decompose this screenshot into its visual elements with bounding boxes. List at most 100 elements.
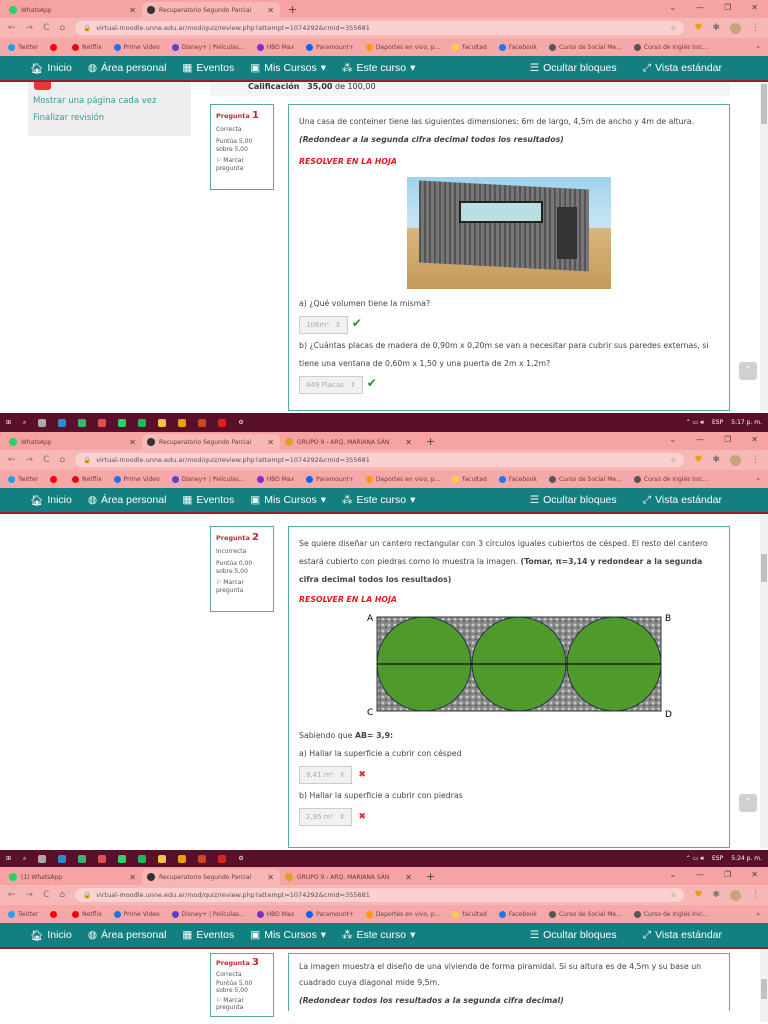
bookmark-item[interactable]: Paramount+ bbox=[306, 43, 354, 51]
reload-icon[interactable]: C bbox=[43, 890, 49, 900]
close-window-button[interactable]: ✕ bbox=[751, 870, 758, 879]
app-icon[interactable] bbox=[78, 854, 87, 863]
back-icon[interactable]: ← bbox=[8, 23, 16, 33]
mail-icon[interactable] bbox=[58, 854, 67, 863]
bookmark-item[interactable]: Netflix bbox=[72, 43, 102, 51]
close-tab-icon[interactable]: ✕ bbox=[267, 6, 274, 15]
bookmark-item[interactable]: Paramount+ bbox=[306, 475, 354, 483]
bookmark-item[interactable]: Deportes en vivo, p... bbox=[365, 910, 440, 918]
bookmark-item[interactable]: Disney+ | Películas... bbox=[171, 43, 245, 51]
extensions-puzzle-icon[interactable]: ✱ bbox=[712, 23, 720, 33]
bookmark-item[interactable]: Netflix bbox=[72, 910, 102, 918]
browser-tab[interactable]: WhatsApp ✕ bbox=[4, 2, 142, 18]
bookmark-item[interactable]: Curso de Social Me... bbox=[548, 910, 622, 918]
minimize-button[interactable]: — bbox=[696, 3, 704, 12]
forward-icon[interactable]: → bbox=[26, 890, 34, 900]
bookmark-item[interactable]: HBO Max bbox=[256, 910, 294, 918]
browser-tab[interactable]: GRUPO 9 - ARQ. MARIANA SÁN ✕ bbox=[280, 434, 418, 450]
url-input[interactable]: 🔒 virtual-moodle.unne.edu.ar/mod/quiz/rev… bbox=[75, 21, 685, 35]
more-bookmarks-icon[interactable]: » bbox=[756, 44, 760, 51]
browser-tab-active[interactable]: Recuperatorio Segundo Parcial ✕ bbox=[142, 869, 280, 885]
nav-este-curso[interactable]: ⁂ Este curso ▾ bbox=[342, 494, 415, 506]
forward-icon[interactable]: → bbox=[26, 455, 34, 465]
browser-tab-active[interactable]: Recuperatorio Segundo Parcial ✕ bbox=[142, 2, 280, 18]
whatsapp-icon[interactable] bbox=[118, 854, 127, 863]
extensions-puzzle-icon[interactable]: ✱ bbox=[712, 455, 720, 465]
scrollbar[interactable] bbox=[760, 82, 768, 411]
tab-search-icon[interactable]: ⌄ bbox=[669, 435, 676, 444]
hide-blocks-button[interactable]: ☰ Ocultar bloques bbox=[530, 494, 617, 507]
extension-icon[interactable]: ♥ bbox=[694, 455, 702, 465]
restore-button[interactable]: ❐ bbox=[724, 435, 731, 444]
tray-icons[interactable]: ⌃ ▭ 🔊︎ bbox=[686, 855, 704, 863]
powerpoint-icon[interactable] bbox=[198, 854, 207, 863]
folder-icon[interactable] bbox=[158, 418, 167, 427]
more-bookmarks-icon[interactable]: » bbox=[756, 476, 760, 483]
close-tab-icon[interactable]: ✕ bbox=[129, 6, 136, 15]
chrome-icon[interactable] bbox=[178, 418, 187, 427]
close-window-button[interactable]: ✕ bbox=[751, 3, 758, 12]
menu-icon[interactable]: ⋮ bbox=[751, 455, 760, 465]
bookmark-item[interactable]: Prime Video bbox=[113, 475, 160, 483]
minimize-button[interactable]: — bbox=[696, 435, 704, 444]
forward-icon[interactable]: → bbox=[26, 23, 34, 33]
close-tab-icon[interactable]: ✕ bbox=[129, 873, 136, 882]
nav-este-curso[interactable]: ⁂ Este curso ▾ bbox=[342, 929, 415, 941]
browser-tab-active[interactable]: Recuperatorio Segundo Parcial ✕ bbox=[142, 434, 280, 450]
answer-select-b[interactable]: 2,95 m² ⇕ bbox=[299, 808, 353, 826]
search-icon[interactable]: ⌕ bbox=[23, 855, 26, 863]
flag-question-link[interactable]: ⚐ Marcar pregunta bbox=[216, 157, 268, 173]
nav-area-personal[interactable]: ◍ Área personal bbox=[88, 494, 167, 506]
answer-select-a[interactable]: 9,41 m² ⇕ bbox=[299, 766, 353, 784]
bookmark-item[interactable]: Twitter bbox=[8, 910, 38, 918]
menu-icon[interactable]: ⋮ bbox=[751, 23, 760, 33]
url-input[interactable]: 🔒 virtual-moodle.unne.edu.ar/mod/quiz/rev… bbox=[75, 888, 685, 902]
bookmark-item[interactable] bbox=[50, 475, 60, 483]
restore-button[interactable]: ❐ bbox=[724, 3, 731, 12]
bookmark-item[interactable]: Curso de Inglés Inic... bbox=[633, 475, 708, 483]
bookmark-item[interactable]: Curso de Social Me... bbox=[548, 43, 622, 51]
home-icon[interactable]: ⌂ bbox=[59, 890, 65, 900]
flag-question-link[interactable]: ⚐ Marcar pregunta bbox=[216, 579, 268, 595]
bookmark-item[interactable]: Deportes en vivo, p... bbox=[365, 43, 440, 51]
bookmark-item[interactable]: Prime Video bbox=[113, 43, 160, 51]
hide-blocks-button[interactable]: ☰ Ocultar bloques bbox=[530, 62, 617, 75]
whatsapp-icon[interactable] bbox=[118, 418, 127, 427]
standard-view-button[interactable]: ⤢ Vista estándar bbox=[643, 929, 722, 942]
folder-icon[interactable] bbox=[158, 854, 167, 863]
close-tab-icon[interactable]: ✕ bbox=[129, 438, 136, 447]
extension-icon[interactable]: ♥ bbox=[694, 23, 702, 33]
reload-icon[interactable]: C bbox=[43, 23, 49, 33]
new-tab-button[interactable]: + bbox=[426, 870, 435, 883]
flag-question-link[interactable]: ⚐ Marcar pregunta bbox=[216, 997, 268, 1011]
bookmark-item[interactable]: Twitter bbox=[8, 475, 38, 483]
new-tab-button[interactable]: + bbox=[426, 435, 435, 448]
close-tab-icon[interactable]: ✕ bbox=[267, 438, 274, 447]
new-tab-button[interactable]: + bbox=[288, 3, 297, 16]
home-icon[interactable]: ⌂ bbox=[59, 455, 65, 465]
bookmark-item[interactable]: Deportes en vivo, p... bbox=[365, 475, 440, 483]
nav-eventos[interactable]: ▦ Eventos bbox=[182, 494, 234, 506]
app-icon[interactable] bbox=[78, 418, 87, 427]
bookmark-item[interactable]: Curso de Social Me... bbox=[548, 475, 622, 483]
profile-avatar[interactable] bbox=[730, 22, 741, 34]
start-icon[interactable]: ⊞ bbox=[6, 419, 11, 426]
settings-icon[interactable]: ⚙ bbox=[238, 855, 243, 862]
scrollbar[interactable] bbox=[760, 514, 768, 848]
star-icon[interactable]: ☆ bbox=[671, 24, 677, 32]
bookmark-item[interactable]: HBO Max bbox=[256, 43, 294, 51]
browser-tab[interactable]: WhatsApp ✕ bbox=[4, 434, 142, 450]
question-nav-button[interactable] bbox=[34, 82, 51, 90]
bookmark-item[interactable]: Facebook bbox=[498, 43, 537, 51]
app-icon[interactable] bbox=[98, 418, 107, 427]
nav-inicio[interactable]: 🏠︎ Inicio bbox=[30, 929, 72, 942]
profile-avatar[interactable] bbox=[730, 889, 741, 901]
bookmark-item[interactable] bbox=[50, 910, 60, 918]
task-view-icon[interactable] bbox=[38, 854, 47, 863]
standard-view-button[interactable]: ⤢ Vista estándar bbox=[643, 62, 722, 75]
scroll-to-top-button[interactable]: ˄ bbox=[739, 794, 757, 812]
close-tab-icon[interactable]: ✕ bbox=[267, 873, 274, 882]
nav-inicio[interactable]: 🏠︎ Inicio bbox=[30, 62, 72, 75]
clock[interactable]: 5:17 p. m. bbox=[731, 419, 762, 426]
minimize-button[interactable]: — bbox=[696, 870, 704, 879]
